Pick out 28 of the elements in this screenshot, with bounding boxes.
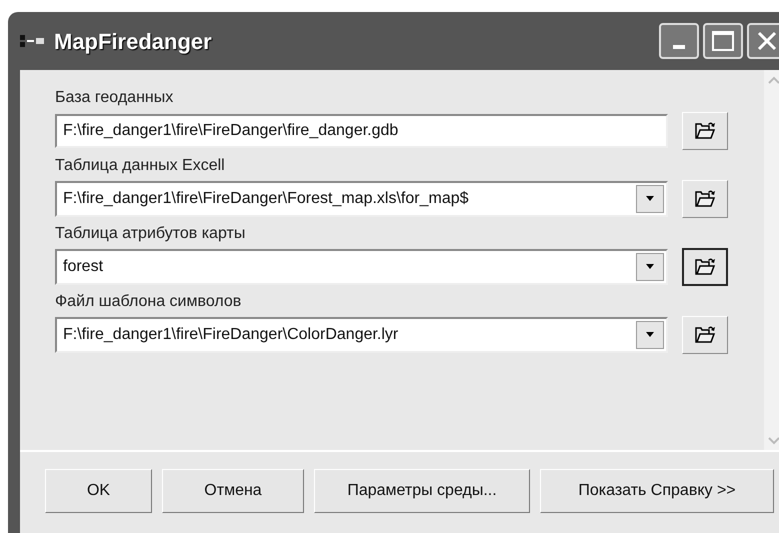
combo-box[interactable]: forest bbox=[55, 249, 668, 285]
caret-icon bbox=[645, 196, 655, 202]
close-button[interactable] bbox=[747, 23, 779, 59]
caret-icon bbox=[645, 332, 655, 338]
folder-icon bbox=[694, 121, 716, 141]
browse-button[interactable] bbox=[682, 248, 728, 286]
field-label: База геоданных bbox=[55, 88, 174, 108]
close-icon bbox=[757, 31, 777, 51]
folder-icon bbox=[694, 325, 716, 345]
field-label: Файл шаблона символов bbox=[55, 292, 242, 312]
folder-icon bbox=[694, 189, 716, 209]
dialog-button[interactable]: OK bbox=[45, 469, 152, 513]
dropdown-arrow-button[interactable] bbox=[636, 253, 664, 281]
caret-icon bbox=[645, 264, 655, 270]
dialog-button[interactable]: Параметры среды... bbox=[314, 469, 530, 513]
dialog-button[interactable]: Показать Справку >> bbox=[540, 469, 774, 513]
combo-box[interactable]: F:\fire_danger1\fire\FireDanger\Forest_map.xls\for_map$ bbox=[55, 181, 668, 217]
field-label: Таблица атрибутов карты bbox=[55, 224, 246, 244]
path-field[interactable]: F:\fire_danger1\fire\FireDanger\fire_danger.gdb bbox=[55, 114, 668, 148]
dialog-button[interactable]: Отмена bbox=[162, 469, 304, 513]
field-label: Таблица данных Excell bbox=[55, 156, 226, 176]
minimize-button[interactable] bbox=[659, 23, 699, 59]
folder-icon bbox=[694, 257, 716, 277]
dropdown-arrow-button[interactable] bbox=[636, 185, 664, 213]
window-title: MapFiredanger bbox=[54, 28, 212, 56]
maximize-button[interactable] bbox=[703, 23, 743, 59]
dropdown-arrow-button[interactable] bbox=[636, 321, 664, 349]
combo-box[interactable]: F:\fire_danger1\fire\FireDanger\ColorDanger.lyr bbox=[55, 317, 668, 353]
